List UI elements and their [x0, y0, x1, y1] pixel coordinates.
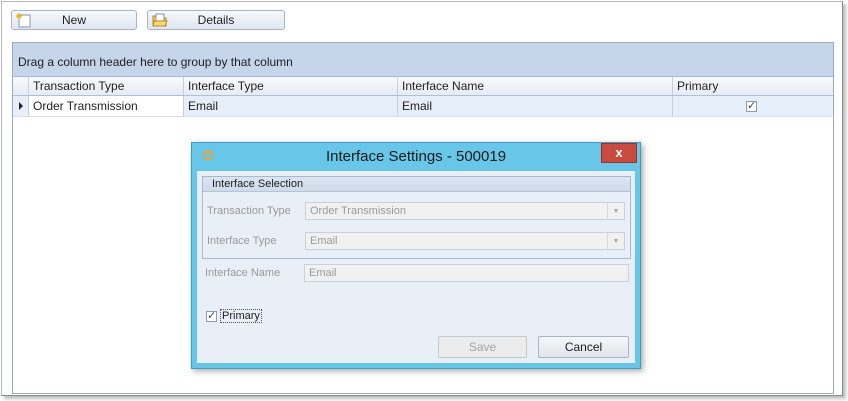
cell-primary[interactable]: ✓: [673, 96, 833, 116]
interface-settings-dialog: Interface Settings - 500019 x Interface …: [191, 142, 641, 369]
open-folder-icon: [152, 13, 168, 28]
primary-checkbox-dialog[interactable]: ✓: [206, 310, 217, 322]
new-document-icon: [16, 13, 32, 28]
chevron-down-icon[interactable]: ▼: [607, 203, 624, 219]
primary-checkbox[interactable]: ✓: [746, 100, 757, 112]
column-header-interface-type[interactable]: Interface Type: [184, 77, 398, 95]
details-button[interactable]: Details: [147, 10, 285, 30]
table-row[interactable]: Order Transmission Email Email ✓: [13, 96, 833, 117]
interface-selection-title: Interface Selection: [203, 177, 630, 192]
chevron-down-icon[interactable]: ▼: [607, 233, 624, 249]
dialog-body: Interface Selection Transaction Type Ord…: [197, 171, 635, 363]
save-button[interactable]: Save: [438, 336, 527, 358]
group-by-panel[interactable]: Drag a column header here to group by th…: [13, 43, 833, 77]
transaction-type-value: Order Transmission: [310, 205, 406, 217]
column-header-primary[interactable]: Primary: [673, 77, 833, 95]
primary-label[interactable]: Primary: [220, 309, 262, 323]
cell-interface-type[interactable]: Email: [184, 96, 398, 116]
dialog-title: Interface Settings - 500019: [325, 148, 507, 165]
interface-type-label: Interface Type: [207, 235, 277, 247]
interface-type-value: Email: [310, 235, 338, 247]
grid-header: Transaction Type Interface Type Interfac…: [13, 77, 833, 96]
column-header-transaction-type[interactable]: Transaction Type: [29, 77, 184, 95]
cell-transaction-type[interactable]: Order Transmission: [29, 96, 184, 116]
primary-checkbox-row[interactable]: ✓ Primary: [206, 309, 262, 323]
cancel-button[interactable]: Cancel: [538, 336, 629, 358]
cell-interface-name[interactable]: Email: [398, 96, 673, 116]
interface-type-select[interactable]: Email ▼: [305, 232, 625, 250]
transaction-type-select[interactable]: Order Transmission ▼: [305, 202, 625, 220]
close-button[interactable]: x: [601, 143, 637, 163]
interface-name-value: Email: [309, 267, 337, 279]
column-header-interface-name[interactable]: Interface Name: [398, 77, 673, 95]
interface-name-field[interactable]: Email: [304, 264, 629, 282]
interface-name-label: Interface Name: [205, 267, 281, 279]
transaction-type-label: Transaction Type: [207, 205, 291, 217]
group-by-hint: Drag a column header here to group by th…: [18, 55, 293, 69]
row-indicator-arrow-icon: [13, 96, 29, 116]
new-button[interactable]: New: [11, 10, 137, 30]
details-button-label: Details: [197, 13, 235, 27]
row-indicator-header: [13, 77, 29, 95]
